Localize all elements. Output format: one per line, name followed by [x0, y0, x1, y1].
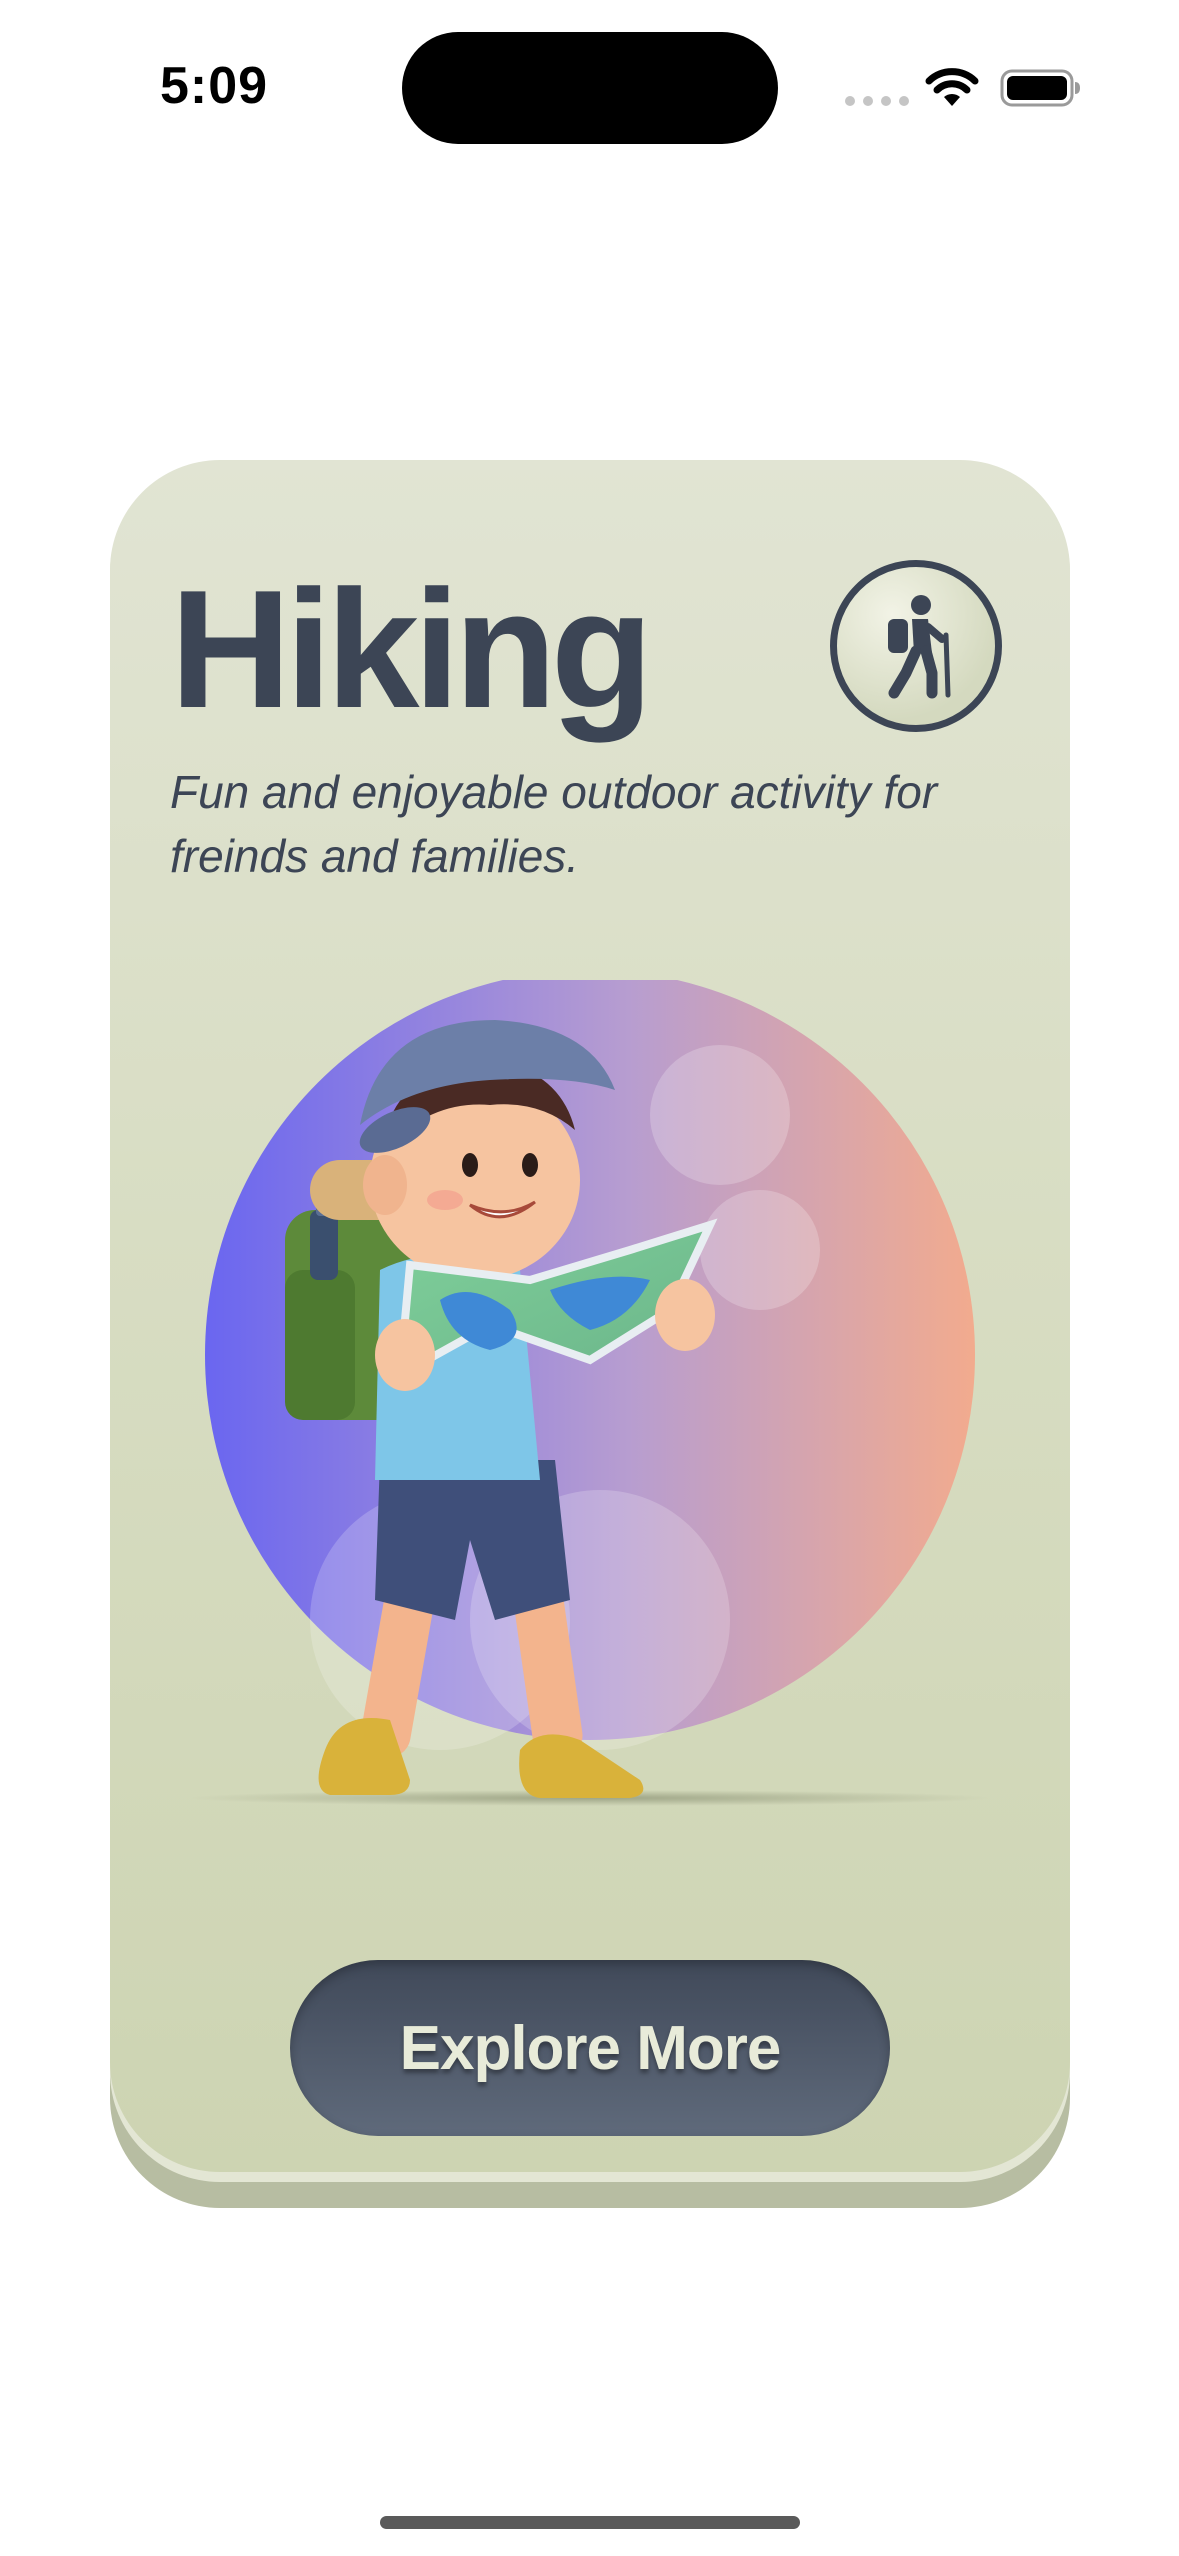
hiker-illustration: [110, 980, 1070, 1900]
card-title: Hiking: [170, 555, 653, 743]
explore-more-button[interactable]: Explore More: [290, 1960, 890, 2136]
home-indicator[interactable]: [380, 2516, 800, 2529]
wifi-icon: [925, 68, 979, 106]
hiker-badge-icon: [830, 560, 1002, 732]
battery-icon: [1000, 69, 1080, 107]
status-time: 5:09: [160, 57, 269, 115]
hiking-card: Hiking Fun and enjoyable outdoor activit…: [110, 460, 1070, 2172]
cellular-signal-icon: [845, 96, 909, 106]
card-subtitle: Fun and enjoyable outdoor activity for f…: [170, 766, 938, 882]
dynamic-island: [402, 32, 778, 144]
hiker-icon: [888, 595, 951, 699]
